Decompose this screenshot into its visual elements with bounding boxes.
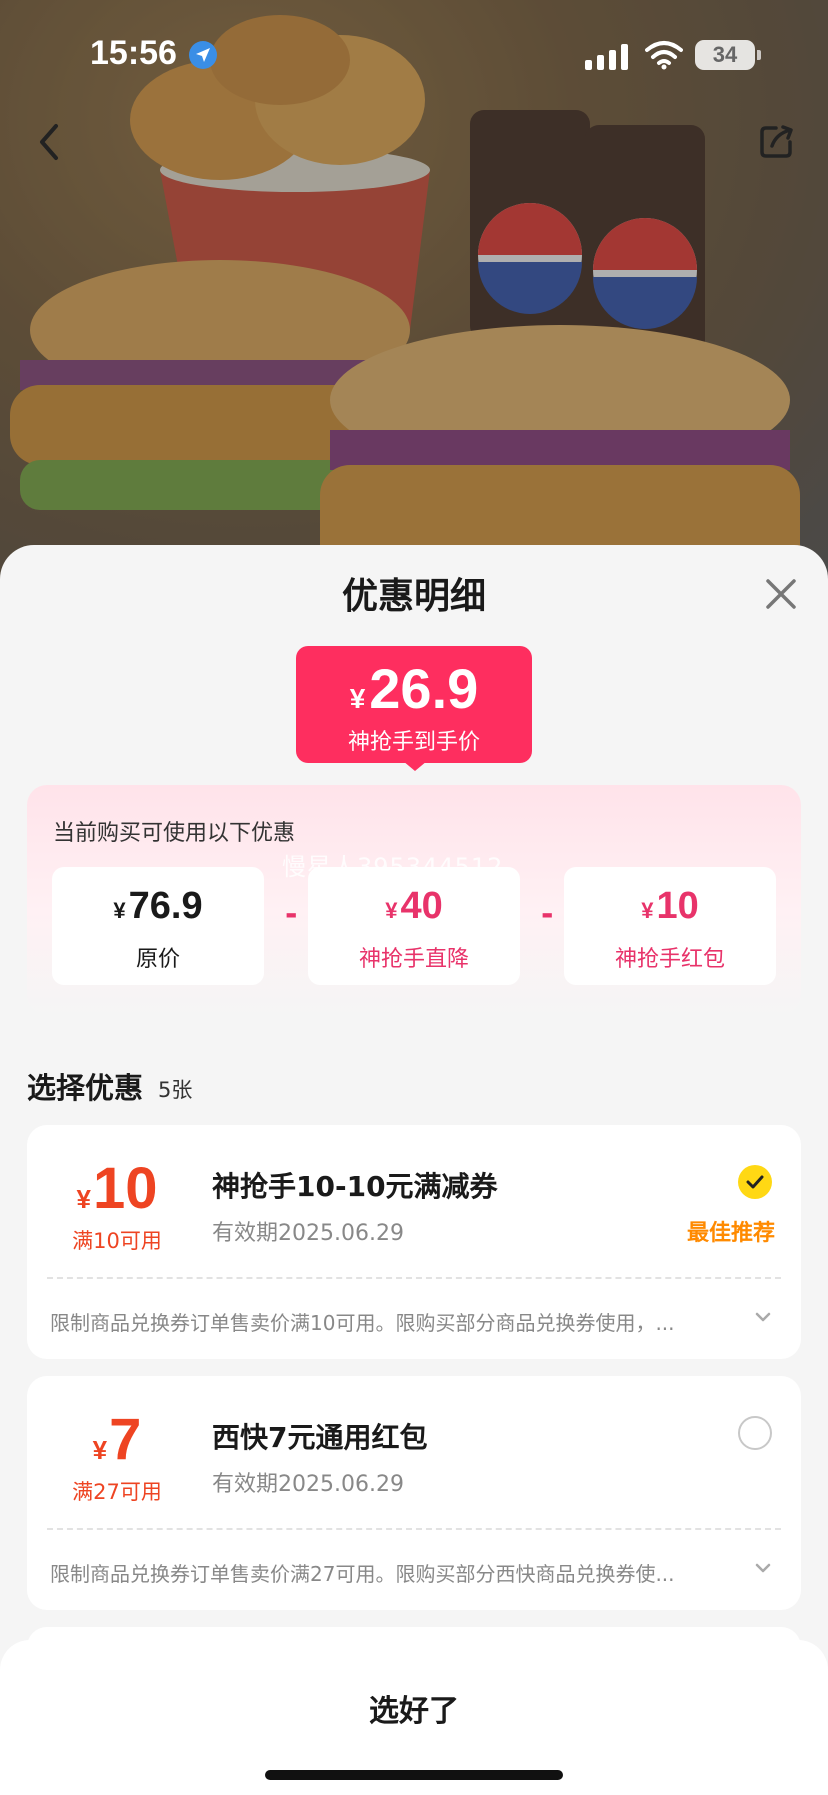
coupon-2-amount: ¥7: [47, 1406, 187, 1473]
coupon-1-validity: 有效期2025.06.29: [212, 1221, 404, 1246]
sheet-footer: 选好了: [0, 1640, 828, 1795]
discount-detail-sheet: 优惠明细 ¥26.9 神抢手到手价 当前购买可使用以下优惠 ¥76.9 原价 -…: [0, 545, 828, 1795]
coupon-card-2[interactable]: ¥7 满27可用 西快7元通用红包 有效期2025.06.29 限制商品兑换券订…: [27, 1376, 801, 1610]
direct-discount-label: 神抢手直降: [358, 947, 469, 972]
original-price-currency: ¥: [113, 898, 126, 923]
choose-discount-title: 选择优惠: [27, 1071, 144, 1105]
back-arrow-icon[interactable]: [30, 120, 70, 164]
price-badge-pointer: [403, 761, 427, 771]
original-price-card: ¥76.9 原价: [52, 867, 264, 985]
red-packet-currency: ¥: [641, 898, 654, 923]
final-price: ¥26.9: [296, 656, 532, 721]
wifi-icon: [645, 41, 683, 70]
direct-discount-card: ¥40 神抢手直降: [308, 867, 520, 985]
coupon-2-name: 西快7元通用红包: [212, 1421, 428, 1454]
chevron-down-icon[interactable]: [754, 1562, 772, 1574]
original-price-label: 原价: [135, 947, 180, 972]
final-price-amount: 26.9: [369, 657, 479, 720]
direct-discount-value: 40: [400, 885, 443, 927]
price-breakdown: 当前购买可使用以下优惠 ¥76.9 原价 - ¥40 神抢手直降 - ¥10 神…: [27, 785, 801, 1015]
home-indicator[interactable]: [265, 1770, 563, 1780]
coupon-count: 5张: [158, 1078, 193, 1102]
coupon-1-description: 限制商品兑换券订单售卖价满10可用。限购买部分商品兑换券使用，...: [50, 1311, 675, 1335]
coupon-2-divider: [47, 1528, 781, 1530]
coupon-card-1[interactable]: ¥10 满10可用 神抢手10-10元满减券 有效期2025.06.29 最佳推…: [27, 1125, 801, 1359]
location-arrow-icon: [189, 41, 217, 69]
coupon-1-condition: 满10可用: [72, 1229, 162, 1253]
final-price-badge: ¥26.9 神抢手到手价: [296, 646, 532, 763]
direct-discount-amount: ¥40: [308, 885, 520, 928]
share-icon[interactable]: [756, 122, 796, 162]
red-packet-value: 10: [656, 885, 699, 927]
coupon-2-validity: 有效期2025.06.29: [212, 1472, 404, 1497]
red-packet-label: 神抢手红包: [614, 947, 725, 972]
best-recommend-badge: 最佳推荐: [687, 1221, 776, 1246]
status-time: 15:56: [90, 34, 177, 72]
checkmark-icon: [746, 1175, 764, 1189]
status-bar: 15:56 34: [0, 0, 828, 110]
coupon-1-divider: [47, 1277, 781, 1279]
coupon-1-value: 10: [92, 1156, 158, 1221]
coupon-2-currency: ¥: [92, 1435, 108, 1465]
coupon-2-condition: 满27可用: [72, 1480, 162, 1504]
original-price-value: 76.9: [128, 885, 203, 927]
coupon-1-checkbox[interactable]: [738, 1165, 772, 1199]
cellular-signal-icon: [585, 44, 628, 70]
direct-discount-currency: ¥: [385, 898, 398, 923]
coupon-1-amount: ¥10: [47, 1155, 187, 1222]
close-icon[interactable]: [762, 575, 800, 613]
red-packet-card: ¥10 神抢手红包: [564, 867, 776, 985]
final-price-currency: ¥: [349, 683, 366, 714]
minus-operator-1: -: [285, 897, 298, 932]
original-price-amount: ¥76.9: [52, 885, 264, 928]
sheet-title: 优惠明细: [341, 576, 486, 617]
breakdown-label: 当前购买可使用以下优惠: [53, 821, 296, 846]
final-price-label: 神抢手到手价: [347, 730, 480, 755]
coupon-2-description: 限制商品兑换券订单售卖价满27可用。限购买部分西快商品兑换券使...: [50, 1562, 675, 1586]
coupon-2-value: 7: [109, 1407, 142, 1472]
battery-indicator: 34: [695, 40, 761, 70]
coupon-1-name: 神抢手10-10元满减券: [212, 1170, 498, 1203]
coupon-1-currency: ¥: [76, 1184, 91, 1214]
user-watermark: 慢星人395344512: [282, 853, 504, 881]
coupon-2-checkbox[interactable]: [738, 1416, 772, 1450]
red-packet-amount: ¥10: [564, 885, 776, 928]
chevron-down-icon[interactable]: [754, 1311, 772, 1323]
minus-operator-2: -: [541, 897, 554, 932]
done-button[interactable]: 选好了: [0, 1686, 828, 1730]
